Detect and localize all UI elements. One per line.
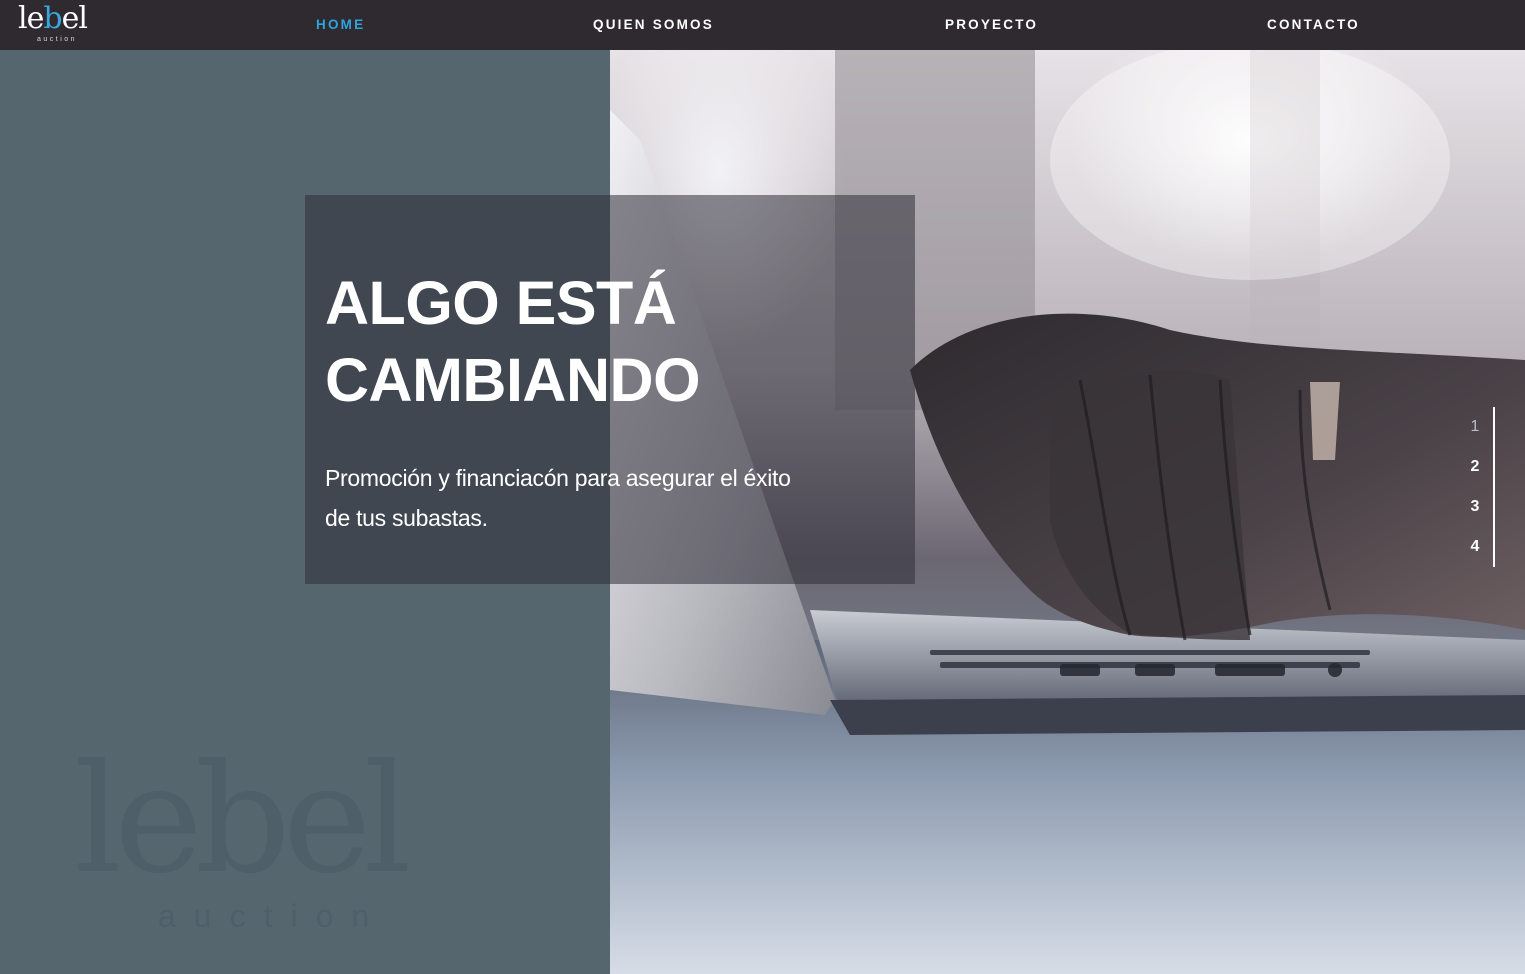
hero-subheadline: Promoción y financiacón para asegurar el…: [325, 458, 865, 538]
slide-dot-4[interactable]: 4: [1466, 537, 1484, 557]
watermark-wordmark: lebel: [74, 733, 412, 907]
page: lebel auction HOME QUIEN SOMOS PROYECTO …: [0, 0, 1525, 974]
logo-suffix: el: [61, 1, 88, 36]
watermark-tagline: auction: [158, 898, 388, 934]
nav-link-contacto[interactable]: CONTACTO: [1267, 17, 1360, 33]
hero-section: lebel auction ALGO ESTÁ CAMBIANDO Promoc…: [0, 50, 1525, 974]
brand-logo[interactable]: lebel auction: [18, 2, 100, 46]
logo-tagline: auction: [37, 36, 78, 43]
hero-headline: ALGO ESTÁ CAMBIANDO: [325, 265, 885, 419]
top-navbar: lebel auction HOME QUIEN SOMOS PROYECTO …: [0, 0, 1525, 50]
logo-prefix: le: [18, 1, 44, 36]
hero-text-box: ALGO ESTÁ CAMBIANDO Promoción y financiac…: [305, 195, 915, 584]
nav-link-home[interactable]: HOME: [316, 17, 365, 33]
nav-link-proyecto[interactable]: PROYECTO: [945, 17, 1038, 33]
slide-dot-2[interactable]: 2: [1466, 457, 1484, 477]
nav-link-quien-somos[interactable]: QUIEN SOMOS: [593, 17, 714, 33]
headline-line-2: CAMBIANDO: [325, 346, 701, 414]
slide-dot-3[interactable]: 3: [1466, 497, 1484, 517]
slide-pagination: 1 2 3 4: [1460, 407, 1500, 569]
logo-accent-letter: b: [43, 1, 62, 36]
subheadline-line-1: Promoción y financiacón para asegurar el…: [325, 465, 791, 491]
logo-wordmark: lebel: [18, 1, 88, 36]
slide-dot-1[interactable]: 1: [1466, 417, 1484, 437]
headline-line-1: ALGO ESTÁ: [325, 269, 677, 337]
slide-pagination-line: [1493, 407, 1495, 567]
watermark-logo: lebel auction: [70, 740, 450, 950]
subheadline-line-2: de tus subastas.: [325, 505, 488, 531]
